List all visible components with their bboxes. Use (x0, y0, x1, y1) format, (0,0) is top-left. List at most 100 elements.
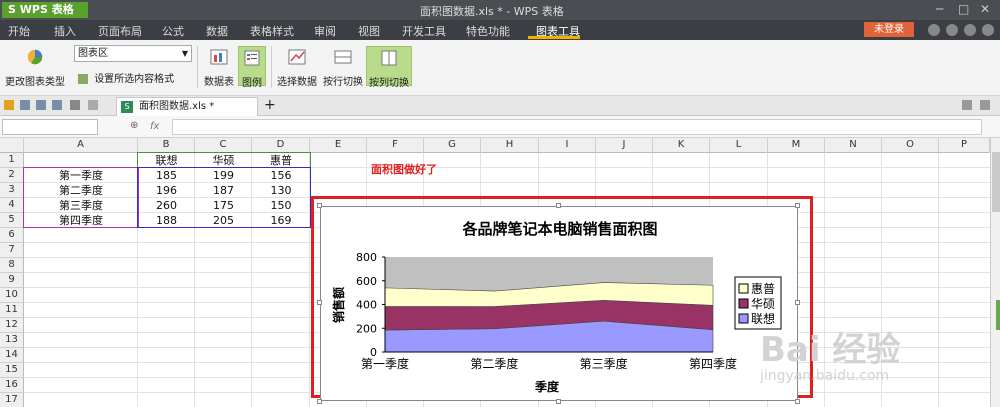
menu-formula[interactable]: 公式 (162, 23, 184, 39)
resize-handle[interactable] (317, 300, 322, 305)
data-table-button[interactable]: 数据表 (202, 48, 236, 88)
annotation-text: 面积图做好了 (371, 163, 437, 176)
format-selection-button[interactable]: 设置所选内容格式 (78, 70, 178, 85)
change-chart-type-label: 更改图表类型 (5, 77, 65, 88)
legend-button[interactable]: 图例 (238, 46, 266, 89)
file-tab[interactable]: S 面积图数据.xls * (116, 97, 258, 116)
menu-page-layout[interactable]: 页面布局 (98, 23, 142, 39)
y-tick-label: 200 (356, 322, 377, 335)
resize-handle[interactable] (556, 399, 561, 404)
minimize-icon[interactable]: ─ (936, 2, 943, 16)
legend-swatch (738, 283, 749, 294)
row-header[interactable]: 13 (0, 333, 24, 348)
resize-handle[interactable] (317, 399, 322, 404)
row-header[interactable]: 4 (0, 198, 24, 213)
chart-element-value: 图表区 (78, 48, 108, 59)
redo-icon[interactable] (88, 100, 98, 110)
menu-home[interactable]: 开始 (8, 23, 30, 39)
open-icon[interactable] (4, 100, 14, 110)
row-header[interactable]: 3 (0, 183, 24, 198)
column-header[interactable]: L (710, 138, 768, 153)
resize-handle[interactable] (795, 203, 800, 208)
format-brush-icon (78, 74, 88, 84)
undo-icon[interactable] (70, 100, 80, 110)
resize-handle[interactable] (556, 203, 561, 208)
row-header[interactable]: 7 (0, 243, 24, 258)
column-header[interactable]: O (882, 138, 939, 153)
menu-developer[interactable]: 开发工具 (402, 23, 446, 39)
column-header[interactable]: H (481, 138, 539, 153)
zoom-icon[interactable]: ⊕ (130, 120, 138, 131)
menu-review[interactable]: 审阅 (314, 23, 336, 39)
area-chart[interactable]: 各品牌笔记本电脑销售面积图 季度 销售额 0 200 400 600 800 第一季度 第二… (320, 206, 798, 401)
legend-label: 图例 (242, 78, 262, 89)
row-header[interactable]: 1 (0, 153, 24, 168)
row-header[interactable]: 8 (0, 258, 24, 273)
column-header[interactable]: G (424, 138, 481, 153)
column-header[interactable]: K (653, 138, 710, 153)
row-header[interactable]: 5 (0, 213, 24, 228)
chart-element-select[interactable]: 图表区 ▼ (74, 45, 192, 62)
column-header[interactable]: N (825, 138, 882, 153)
y-tick-label: 600 (356, 275, 377, 288)
scrollbar-thumb[interactable] (992, 152, 1000, 212)
row-header[interactable]: 16 (0, 378, 24, 393)
window-title: 面积图数据.xls * - WPS 表格 (420, 5, 564, 18)
tab-restore-icon[interactable] (980, 100, 990, 110)
column-header[interactable]: P (939, 138, 990, 153)
row-header[interactable]: 10 (0, 288, 24, 303)
menu-insert[interactable]: 插入 (54, 23, 76, 39)
add-tab-icon[interactable]: + (264, 97, 276, 113)
column-header[interactable]: E (310, 138, 367, 153)
collapse-ribbon-icon[interactable] (982, 24, 994, 36)
select-data-button[interactable]: 选择数据 (276, 48, 318, 88)
row-header[interactable]: 15 (0, 363, 24, 378)
column-header[interactable]: M (768, 138, 825, 153)
row-header[interactable]: 17 (0, 393, 24, 407)
plot-area (384, 257, 714, 353)
wps-logo-button[interactable]: S WPS 表格 (2, 2, 88, 18)
menu-table-style[interactable]: 表格样式 (250, 23, 294, 39)
row-header[interactable]: 2 (0, 168, 24, 183)
resize-handle[interactable] (795, 300, 800, 305)
select-all-corner[interactable] (0, 138, 24, 153)
row-header[interactable]: 12 (0, 318, 24, 333)
column-header[interactable]: B (138, 138, 195, 153)
row-header[interactable]: 11 (0, 303, 24, 318)
switch-column-button[interactable]: 按列切换 (366, 46, 412, 89)
row-header[interactable]: 9 (0, 273, 24, 288)
column-header[interactable]: J (596, 138, 653, 153)
chart-title: 各品牌笔记本电脑销售面积图 (461, 220, 657, 238)
column-header[interactable]: F (367, 138, 424, 153)
help-icon[interactable] (964, 24, 976, 36)
row-header[interactable]: 14 (0, 348, 24, 363)
cloud-icon[interactable] (946, 24, 958, 36)
column-header[interactable]: C (195, 138, 252, 153)
resize-handle[interactable] (317, 203, 322, 208)
values-range (137, 167, 311, 228)
print-icon[interactable] (36, 100, 46, 110)
file-tab-label: 面积图数据.xls * (139, 101, 215, 112)
menu-view[interactable]: 视图 (358, 23, 380, 39)
tab-list-icon[interactable] (962, 100, 972, 110)
maximize-icon[interactable]: □ (958, 2, 969, 16)
skin-icon[interactable] (928, 24, 940, 36)
menu-special[interactable]: 特色功能 (466, 23, 510, 39)
column-header[interactable]: A (24, 138, 138, 153)
switch-row-button[interactable]: 按行切换 (322, 48, 364, 88)
change-chart-type-button[interactable]: 更改图表类型 (4, 48, 66, 88)
save-icon[interactable] (20, 100, 30, 110)
column-header[interactable]: I (539, 138, 596, 153)
formula-input[interactable] (172, 119, 982, 135)
format-selection-label: 设置所选内容格式 (94, 74, 175, 85)
chevron-down-icon: ▼ (181, 49, 188, 58)
data-table-icon (210, 49, 228, 65)
fx-icon[interactable]: fx (150, 121, 159, 132)
name-box[interactable] (2, 119, 98, 135)
print-preview-icon[interactable] (52, 100, 62, 110)
row-header[interactable]: 6 (0, 228, 24, 243)
menu-data[interactable]: 数据 (206, 23, 228, 39)
login-button[interactable]: 未登录 (864, 22, 914, 37)
column-header[interactable]: D (252, 138, 310, 153)
close-icon[interactable]: ✕ (980, 2, 990, 16)
